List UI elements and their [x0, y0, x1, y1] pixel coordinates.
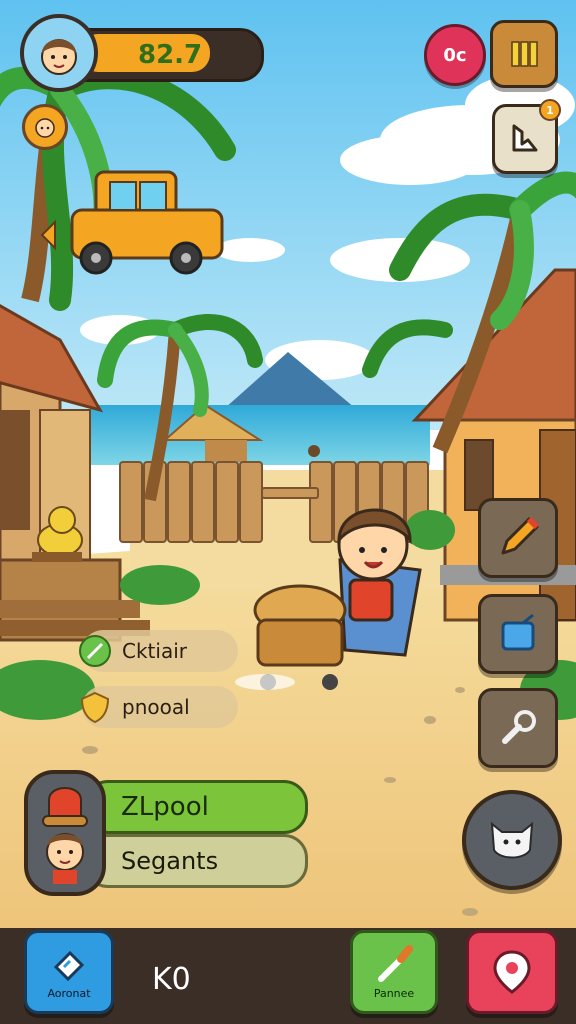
- pause-button[interactable]: [490, 20, 558, 88]
- card-label-bottom-text: Segants: [121, 847, 219, 875]
- wrench-icon: [502, 710, 536, 744]
- map-route-icon: [512, 124, 538, 152]
- notification-badge[interactable]: 0c: [424, 24, 486, 86]
- edit-button[interactable]: [478, 498, 558, 578]
- hint-pill-2[interactable]: pnooal: [80, 686, 238, 728]
- tools-button[interactable]: [478, 688, 558, 768]
- hint-pill-1[interactable]: Cktiair: [79, 630, 238, 672]
- center-counter: K0: [152, 962, 191, 997]
- pencil-icon: [501, 516, 540, 555]
- craft-button[interactable]: Pannee: [350, 930, 438, 1014]
- level-pill: 82.7: [20, 14, 264, 92]
- pet-button[interactable]: [462, 790, 562, 890]
- pause-icon: [511, 41, 538, 67]
- pet-face-icon: [490, 821, 534, 859]
- quest-badge-count: 1: [539, 99, 561, 121]
- character-badge[interactable]: [22, 104, 68, 150]
- player-card[interactable]: ZLpool Segants: [24, 770, 308, 896]
- level-value: 82.7: [138, 40, 203, 70]
- distant-villager: [308, 445, 320, 457]
- craft-label: Pannee: [373, 986, 415, 1000]
- player-portrait: [24, 770, 106, 896]
- avatar-face-icon: [41, 39, 77, 75]
- brush-icon: [378, 944, 413, 982]
- leaf-icon: [79, 635, 111, 667]
- portrait-character-icon: [42, 787, 88, 884]
- map-button[interactable]: [466, 930, 558, 1014]
- inventory-button[interactable]: [478, 594, 558, 674]
- notification-badge-label: 0c: [443, 44, 467, 66]
- sea: [90, 405, 430, 465]
- card-label-top[interactable]: ZLpool: [84, 780, 308, 834]
- character-face-icon: [35, 118, 55, 138]
- quest-button[interactable]: 1: [492, 99, 561, 174]
- left-menu-label: Aoronat: [47, 986, 91, 1000]
- left-menu-button[interactable]: Aoronat: [24, 930, 114, 1014]
- player-character: [337, 508, 422, 657]
- avatar[interactable]: [20, 14, 98, 92]
- shield-icon: [80, 691, 110, 724]
- card-label-bottom[interactable]: Segants: [84, 834, 308, 888]
- location-pin-icon: [493, 950, 531, 994]
- ticket-icon: [53, 950, 85, 981]
- bag-icon: [501, 613, 535, 651]
- hint-label-2: pnooal: [122, 695, 190, 719]
- hint-label-1: Cktiair: [122, 639, 187, 663]
- card-label-top-text: ZLpool: [121, 792, 209, 822]
